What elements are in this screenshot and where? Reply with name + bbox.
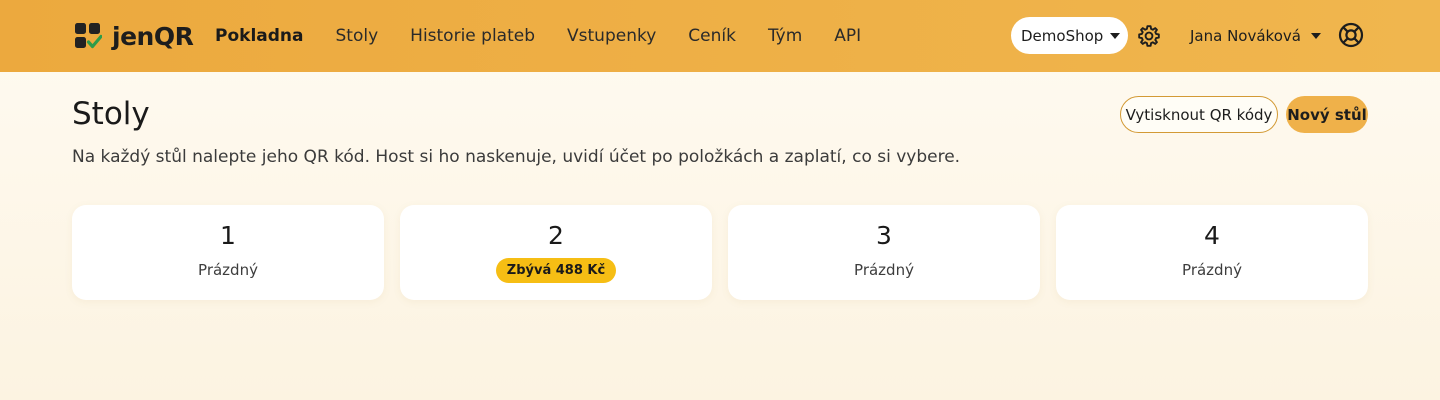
table-number: 1	[220, 221, 236, 250]
chevron-down-icon	[1310, 33, 1321, 39]
table-card[interactable]: 2 Zbývá 488 Kč	[400, 205, 712, 300]
nav-link-api[interactable]: API	[834, 26, 861, 46]
table-status: Prázdný	[854, 261, 914, 279]
nav-link-historie-plateb[interactable]: Historie plateb	[410, 26, 535, 46]
main-nav: Pokladna Stoly Historie plateb Vstupenky…	[215, 0, 893, 72]
new-table-button[interactable]: Nový stůl	[1286, 96, 1368, 133]
table-number: 2	[548, 221, 564, 250]
remaining-amount-badge: Zbývá 488 Kč	[495, 258, 617, 283]
print-qr-codes-button[interactable]: Vytisknout QR kódy	[1120, 96, 1278, 133]
qr-check-logo-icon	[75, 23, 102, 49]
table-card-list: 1 Prázdný 2 Zbývá 488 Kč 3 Prázdný 4 Prá…	[72, 205, 1368, 300]
lifebuoy-icon[interactable]	[1338, 22, 1364, 48]
brand-link[interactable]: jenQR	[74, 21, 194, 51]
chevron-down-icon	[1110, 33, 1120, 39]
gear-icon[interactable]	[1137, 24, 1161, 48]
table-card[interactable]: 3 Prázdný	[728, 205, 1040, 300]
user-name: Jana Nováková	[1190, 27, 1301, 45]
table-number: 3	[876, 221, 892, 250]
table-status: Prázdný	[198, 261, 258, 279]
nav-link-tym[interactable]: Tým	[768, 26, 802, 46]
nav-link-vstupenky[interactable]: Vstupenky	[567, 26, 656, 46]
shop-select-value: DemoShop	[1021, 26, 1104, 45]
table-card[interactable]: 4 Prázdný	[1056, 205, 1368, 300]
table-status: Prázdný	[1182, 261, 1242, 279]
user-menu[interactable]: Jana Nováková	[1190, 24, 1321, 48]
page-title: Stoly	[72, 96, 150, 132]
brand-name: jenQR	[112, 21, 194, 51]
table-number: 4	[1204, 221, 1220, 250]
nav-link-pokladna[interactable]: Pokladna	[215, 26, 304, 46]
page-description: Na každý stůl nalepte jeho QR kód. Host …	[72, 147, 961, 167]
shop-select[interactable]: DemoShop	[1011, 17, 1128, 54]
nav-link-stoly[interactable]: Stoly	[336, 26, 379, 46]
table-card[interactable]: 1 Prázdný	[72, 205, 384, 300]
top-navbar: jenQR Pokladna Stoly Historie plateb Vst…	[0, 0, 1440, 72]
nav-link-cenik[interactable]: Ceník	[688, 26, 736, 46]
